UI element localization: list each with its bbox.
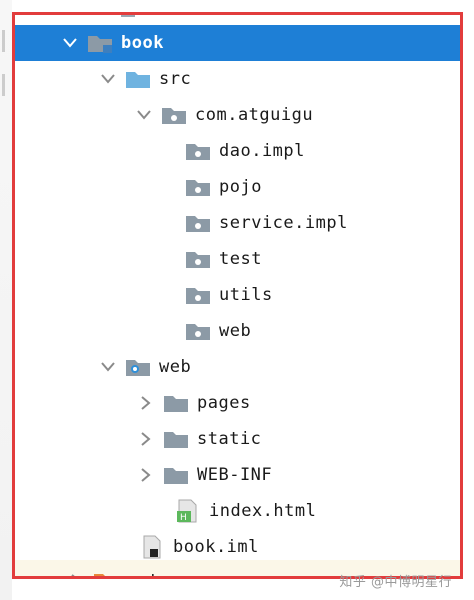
expand-arrow-icon[interactable] [99,70,117,88]
package-icon [183,139,213,163]
tree-row-web-inf[interactable]: WEB-INF [15,457,460,493]
tree-row-static[interactable]: static [15,421,460,457]
tree-row-label: src [159,69,192,89]
tree-row-utils[interactable]: utils [15,277,460,313]
tree-row-index-html[interactable]: H index.html [15,493,460,529]
expand-arrow-icon[interactable] [135,106,153,124]
orange-folder-icon [91,569,121,576]
tree-row-label: test [219,249,262,269]
module-folder-icon [85,31,115,55]
tree-row-label: index.html [209,501,317,521]
tree-row-pages[interactable]: pages [15,385,460,421]
project-tree: book src com.atguigu dao.impl pojo servi… [15,15,460,576]
tree-row-dao-impl[interactable]: dao.impl [15,133,460,169]
tree-row-label: com.atguigu [195,105,314,125]
tree-row-label: out [127,571,159,576]
tree-row-label: pages [197,393,251,413]
collapse-arrow-icon[interactable] [137,394,155,412]
tree-row-label: web [219,321,252,341]
tree-row-label: pojo [219,177,262,197]
tree-row-test[interactable]: test [15,241,460,277]
folder-icon [161,391,191,415]
svg-text:H: H [180,513,187,523]
source-folder-icon [123,67,153,91]
tree-row-pojo[interactable]: pojo [15,169,460,205]
package-icon [183,247,213,271]
html-file-icon: H [173,499,203,523]
expand-arrow-icon[interactable] [99,358,117,376]
collapse-arrow-icon[interactable] [137,430,155,448]
collapse-arrow-icon[interactable] [67,572,85,576]
tree-row-label: static [197,429,262,449]
expand-arrow-icon[interactable] [61,34,79,52]
tree-row-label: service.impl [219,213,348,233]
tree-row-src[interactable]: src [15,61,460,97]
cut-off-icon [121,15,135,17]
tree-row-label: book [121,33,164,53]
tree-row-label: dao.impl [219,141,305,161]
tree-row-label: WEB-INF [197,465,273,485]
partial-row-above [15,15,460,23]
folder-icon [161,427,191,451]
tree-row-service-impl[interactable]: service.impl [15,205,460,241]
tree-row-label: book.iml [173,537,259,557]
folder-icon [161,463,191,487]
collapse-arrow-icon[interactable] [137,466,155,484]
package-icon [183,319,213,343]
package-icon [183,175,213,199]
package-icon [183,211,213,235]
watermark: 知乎 @中博明星行 [339,575,452,590]
tree-row-book[interactable]: book [15,25,460,61]
gutter-marker [2,30,5,52]
editor-gutter [0,0,12,600]
tree-row-label: web [159,357,192,377]
iml-file-icon [137,535,167,559]
package-icon [183,283,213,307]
web-folder-icon [123,355,153,379]
package-icon [159,103,189,127]
project-tree-panel: book src com.atguigu dao.impl pojo servi… [12,12,463,579]
tree-row-label: utils [219,285,273,305]
tree-row-web-package[interactable]: web [15,313,460,349]
tree-row-web-folder[interactable]: web [15,349,460,385]
gutter-marker [2,74,5,96]
tree-row-com-atguigu[interactable]: com.atguigu [15,97,460,133]
